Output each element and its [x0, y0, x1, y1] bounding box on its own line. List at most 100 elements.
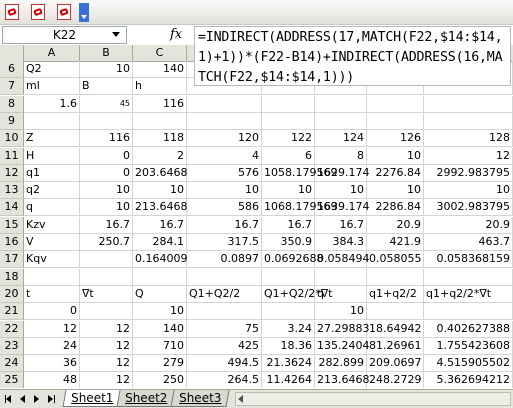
cell[interactable]: 10 [80, 199, 133, 216]
cell[interactable]: 122 [262, 130, 315, 147]
cell[interactable] [187, 269, 262, 286]
cell[interactable]: 18.64942 [367, 321, 424, 338]
row-header[interactable]: 17 [0, 251, 24, 268]
cell[interactable]: 209.0697 [367, 355, 424, 372]
cell[interactable] [133, 113, 187, 130]
cell[interactable]: 0 [24, 303, 80, 320]
cell[interactable] [24, 269, 80, 286]
cell[interactable]: 21.3624 [262, 355, 315, 372]
cell[interactable]: 421.9 [367, 234, 424, 251]
cell[interactable]: Kqv [24, 251, 80, 268]
cell[interactable]: B [80, 78, 133, 95]
cell[interactable]: 128 [424, 130, 513, 147]
cell[interactable]: 1.6 [24, 96, 80, 113]
cell[interactable]: 116 [80, 130, 133, 147]
cell[interactable]: 0 [80, 148, 133, 165]
next-sheet-icon[interactable] [32, 393, 42, 405]
cell[interactable]: 0.402627388 [424, 321, 513, 338]
row-header[interactable]: 8 [0, 96, 24, 113]
cell[interactable] [80, 251, 133, 268]
cell[interactable]: 8 [315, 148, 367, 165]
cell[interactable]: 18.36 [262, 338, 315, 355]
cell[interactable]: 10 [367, 182, 424, 199]
cell[interactable]: 317.5 [187, 234, 262, 251]
cell[interactable]: 16.7 [315, 217, 367, 234]
cell[interactable]: 6 [262, 148, 315, 165]
cell[interactable] [315, 269, 367, 286]
cell[interactable] [262, 303, 315, 320]
cell[interactable]: 36 [24, 355, 80, 372]
cell[interactable]: 12 [80, 338, 133, 355]
cell[interactable]: 2276.84 [367, 165, 424, 182]
tab-sheet2[interactable]: Sheet2 [116, 390, 176, 407]
cell[interactable]: 140 [133, 61, 187, 78]
cell[interactable] [424, 303, 513, 320]
cell[interactable]: 12 [80, 321, 133, 338]
row-header[interactable]: 22 [0, 321, 24, 338]
row-header[interactable]: 9 [0, 113, 24, 130]
cell[interactable]: 20.9 [367, 217, 424, 234]
cell[interactable]: Q1+Q2/2*∇t [262, 286, 332, 303]
cell[interactable]: 4 [187, 148, 262, 165]
cell[interactable]: 5.362694212 [424, 372, 513, 388]
row-header[interactable]: 14 [0, 199, 24, 216]
cell[interactable]: ml [24, 78, 80, 95]
row-header[interactable]: 16 [0, 234, 24, 251]
cell[interactable]: 16.7 [133, 217, 187, 234]
cell[interactable] [80, 269, 133, 286]
cell[interactable]: V [24, 234, 80, 251]
cell[interactable]: 0.058368159 [424, 251, 513, 268]
cell[interactable] [24, 113, 80, 130]
cell[interactable]: 2992.983795 [424, 165, 513, 182]
cell[interactable]: 16.7 [80, 217, 133, 234]
cell[interactable]: 16.7 [262, 217, 315, 234]
cell[interactable]: 118 [133, 130, 187, 147]
cell[interactable]: 140 [133, 321, 187, 338]
cell[interactable]: 45 [80, 96, 133, 113]
cell[interactable]: 11.4264 [262, 372, 315, 388]
cell[interactable] [187, 303, 262, 320]
cell[interactable]: 3002.983795 [424, 199, 513, 216]
cell[interactable] [80, 303, 133, 320]
cell[interactable]: ∇t [80, 286, 133, 303]
pdf-export-icon[interactable] [30, 3, 48, 21]
cell[interactable]: H [24, 148, 80, 165]
cell[interactable]: 124 [315, 130, 367, 147]
cell[interactable]: 463.7 [424, 234, 513, 251]
cell[interactable]: 12 [80, 372, 133, 388]
cell[interactable]: 1068.179569 [262, 199, 337, 216]
row-header[interactable]: 13 [0, 182, 24, 199]
name-box[interactable]: K22 [2, 26, 127, 44]
cell[interactable]: q1+q2/2 [367, 286, 424, 303]
cell[interactable]: 0.164009 [133, 251, 188, 268]
row-header[interactable]: 18 [0, 269, 24, 286]
pdf-settings-icon[interactable] [56, 3, 74, 21]
cell[interactable]: h [133, 78, 187, 95]
cell[interactable]: q [315, 286, 367, 303]
row-header[interactable]: 12 [0, 165, 24, 182]
row-header[interactable]: 10 [0, 130, 24, 147]
cell[interactable] [187, 113, 262, 130]
last-sheet-icon[interactable] [46, 393, 56, 405]
cell[interactable]: 2 [133, 148, 187, 165]
cell[interactable]: 203.6468 [133, 165, 188, 182]
cell[interactable]: 284.1 [133, 234, 187, 251]
row-header[interactable]: 6 [0, 61, 24, 78]
cell[interactable]: 24 [24, 338, 80, 355]
row-header[interactable]: 24 [0, 355, 24, 372]
cell[interactable]: 12 [80, 355, 133, 372]
cell[interactable] [315, 113, 367, 130]
cell[interactable]: 10 [133, 303, 187, 320]
cell[interactable]: Q [133, 286, 187, 303]
column-header-c[interactable]: C [133, 45, 187, 61]
cell[interactable]: 213.6468 [315, 372, 370, 388]
cell[interactable]: 75 [187, 321, 262, 338]
cell[interactable]: 120 [187, 130, 262, 147]
row-header[interactable]: 21 [0, 303, 24, 320]
cell[interactable]: 116 [133, 96, 187, 113]
scroll-left-icon[interactable] [238, 395, 243, 403]
cell[interactable]: 3.24 [262, 321, 315, 338]
cell[interactable]: 20.9 [424, 217, 513, 234]
cell[interactable]: 710 [133, 338, 187, 355]
cell[interactable]: 1058.179569 [262, 165, 337, 182]
